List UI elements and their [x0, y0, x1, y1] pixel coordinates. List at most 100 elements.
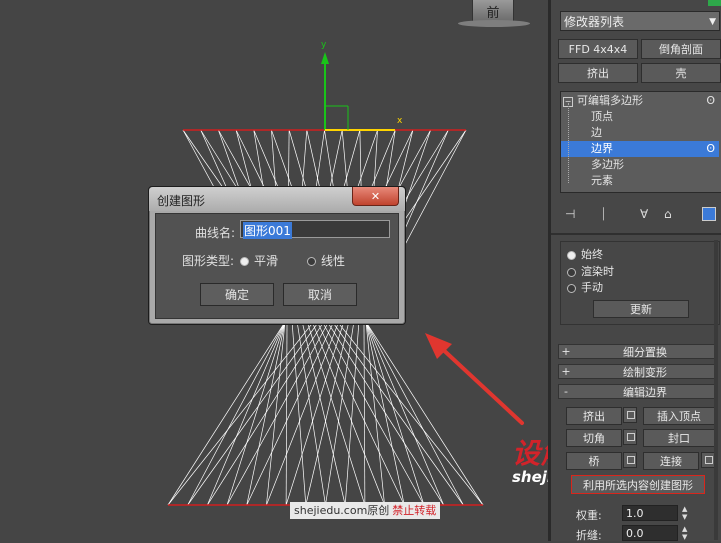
- mesh-edge: [305, 321, 350, 506]
- mesh-edge: [312, 321, 385, 506]
- mesh-edge: [266, 321, 286, 506]
- light-bulb-icon: ʘ: [706, 142, 715, 155]
- dialog-titlebar[interactable]: 创建图形 ✕: [149, 187, 405, 211]
- mesh-edge: [365, 321, 464, 506]
- mesh-edge: [246, 321, 334, 506]
- shell-button[interactable]: 壳: [641, 63, 721, 83]
- update-button[interactable]: 更新: [593, 300, 689, 318]
- show-end-result-icon[interactable]: ⏐: [600, 207, 607, 222]
- cancel-button[interactable]: 取消: [283, 283, 357, 306]
- update-manual-radio[interactable]: 手动: [567, 279, 603, 295]
- close-icon: ✕: [370, 189, 381, 203]
- modifier-list-dropdown[interactable]: 修改器列表 ▼: [560, 11, 720, 31]
- mesh-edge: [285, 321, 288, 506]
- mesh-edge: [322, 321, 425, 506]
- mesh-edge: [306, 321, 366, 506]
- rollout-edit-borders[interactable]: - 编辑边界: [558, 384, 718, 399]
- mesh-edge: [207, 321, 286, 506]
- curve-name-input[interactable]: 图形001: [240, 220, 390, 239]
- shape-type-label: 图形类型:: [182, 254, 235, 268]
- extrude-settings-icon[interactable]: [623, 407, 637, 423]
- mesh-edge: [317, 321, 405, 506]
- radio-selected-icon: [240, 257, 249, 266]
- cap-button[interactable]: 封口: [643, 429, 715, 447]
- make-unique-icon[interactable]: ∀: [640, 207, 648, 221]
- crease-spinner-arrows-icon[interactable]: ▲ ▼: [682, 525, 687, 541]
- ffd-button[interactable]: FFD 4x4x4: [558, 39, 638, 59]
- scrollbar[interactable]: [714, 240, 718, 540]
- mesh-edge: [365, 321, 484, 506]
- gizmo-y-arrow: [321, 52, 329, 64]
- connect-settings-icon[interactable]: [701, 452, 715, 468]
- panel-divider: [551, 233, 721, 235]
- mesh-edge: [167, 321, 286, 506]
- radio-selected-icon: [567, 250, 576, 260]
- radio-icon: [567, 267, 576, 277]
- rollout-paint-deformation[interactable]: + 绘制变形: [558, 364, 718, 379]
- bridge-button[interactable]: 桥: [566, 452, 622, 470]
- stack-item-edge[interactable]: 边: [563, 125, 721, 141]
- configure-sets-icon[interactable]: [702, 207, 716, 221]
- watermark-footer: shejiedu.com原创 禁止转载: [290, 502, 441, 519]
- update-always-radio[interactable]: 始终: [567, 246, 603, 262]
- dialog-title: 创建图形: [157, 194, 206, 208]
- mesh-edge: [365, 321, 405, 506]
- radio-icon: [567, 283, 576, 293]
- stack-item-element[interactable]: 元素: [563, 173, 721, 189]
- chevron-down-icon: ▼: [709, 17, 716, 27]
- weight-label: 权重:: [576, 509, 602, 522]
- border-chamfer-button[interactable]: 切角: [566, 429, 622, 447]
- mesh-edge: [167, 321, 314, 506]
- create-shape-from-selection-button[interactable]: 利用所选内容创建图形: [571, 475, 705, 494]
- mesh-edge: [226, 321, 329, 506]
- stack-item-polygon[interactable]: 多边形: [563, 157, 721, 173]
- weight-spinner-arrows-icon[interactable]: ▲ ▼: [682, 505, 687, 521]
- ok-button[interactable]: 确定: [200, 283, 274, 306]
- light-bulb-icon: ʘ: [706, 94, 715, 107]
- radio-icon: [307, 257, 316, 266]
- chamfer-profile-button[interactable]: 倒角剖面: [641, 39, 721, 59]
- stack-toolbar: ⊣ ⏐ ∀ ⌂: [560, 205, 721, 225]
- view-cube-label: 前: [486, 5, 500, 21]
- panel-color-swatch[interactable]: [708, 0, 721, 6]
- border-extrude-button[interactable]: 挤出: [566, 407, 622, 425]
- stack-root[interactable]: − 可编辑多边形 ʘ: [563, 93, 719, 109]
- connect-button[interactable]: 连接: [643, 452, 699, 470]
- mesh-edge: [325, 321, 355, 506]
- mesh-edge: [207, 321, 324, 506]
- mesh-edge: [266, 321, 339, 506]
- stack-item-border[interactable]: 边界 ʘ: [561, 141, 719, 157]
- mesh-edge: [301, 321, 346, 506]
- mesh-edge: [246, 321, 286, 506]
- bridge-settings-icon[interactable]: [623, 452, 637, 468]
- mesh-edge: [337, 321, 484, 506]
- mesh-edge: [285, 321, 345, 506]
- modifier-stack: − 可编辑多边形 ʘ 顶点 边 边界 ʘ 多边形 元素: [560, 91, 721, 193]
- close-button[interactable]: ✕: [352, 187, 399, 206]
- crease-spinner[interactable]: 0.0: [622, 525, 678, 541]
- gizmo-x-label: x: [397, 116, 403, 126]
- weight-spinner[interactable]: 1.0: [622, 505, 678, 521]
- chamfer-settings-icon[interactable]: [623, 429, 637, 445]
- update-group: 始终 渲染时 手动 更新: [560, 241, 720, 325]
- extrude-modifier-button[interactable]: 挤出: [558, 63, 638, 83]
- stack-item-vertex[interactable]: 顶点: [563, 109, 721, 125]
- curve-name-label: 曲线名:: [195, 226, 236, 240]
- linear-radio[interactable]: 线性: [307, 252, 345, 269]
- pin-stack-icon[interactable]: ⊣: [565, 207, 575, 221]
- insert-vertex-button[interactable]: 插入顶点: [643, 407, 715, 425]
- remove-modifier-icon[interactable]: ⌂: [664, 207, 672, 221]
- mesh-edge: [365, 321, 444, 506]
- smooth-radio[interactable]: 平滑: [240, 252, 278, 269]
- mesh-edge: [365, 321, 385, 506]
- mesh-edge: [363, 321, 366, 506]
- gizmo-y-label: y: [321, 40, 327, 50]
- mesh-edge: [296, 321, 326, 506]
- update-render-radio[interactable]: 渲染时: [567, 263, 614, 279]
- rollout-subdivision-displacement[interactable]: + 细分置换: [558, 344, 718, 359]
- create-shape-dialog: 创建图形 ✕ 曲线名: 图形001 图形类型: 平滑 线性 确定 取消: [148, 186, 406, 325]
- dialog-body: 曲线名: 图形001 图形类型: 平滑 线性 确定 取消: [155, 213, 399, 319]
- mesh-edge: [226, 321, 286, 506]
- mesh-edge: [365, 321, 425, 506]
- mesh-edge: [327, 321, 444, 506]
